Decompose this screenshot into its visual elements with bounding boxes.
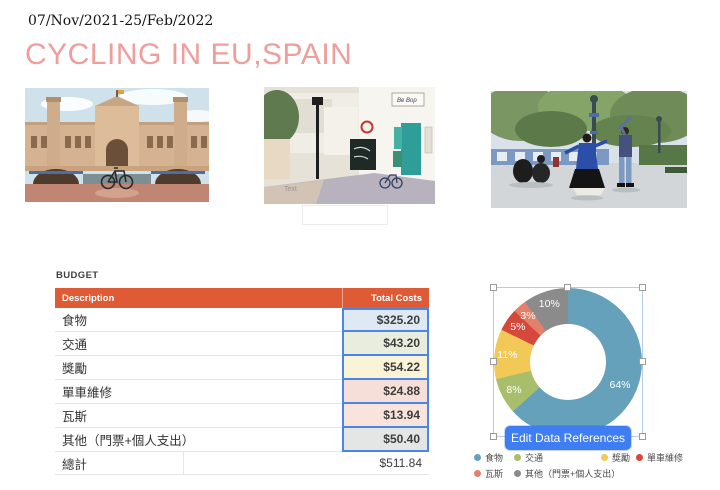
legend-item-reward[interactable]: 獎勵 — [601, 451, 630, 464]
blue-tile-rail — [29, 171, 83, 174]
hedge — [639, 145, 687, 165]
selection-handle-w[interactable] — [490, 358, 497, 365]
slide-title[interactable]: CYCLING IN EU,SPAIN — [25, 38, 352, 72]
small-window — [425, 127, 432, 153]
tower-left — [47, 100, 60, 168]
menu-board — [350, 139, 376, 170]
sunlit-wall — [264, 139, 290, 179]
budget-table[interactable]: Description Total Costs 食物 $325.20 交通 $4… — [55, 288, 429, 475]
table-total-row: 總計 $511.84 — [55, 452, 429, 475]
legend-label: 單車維修 — [647, 451, 683, 464]
budget-row-label[interactable]: 單車維修 — [55, 380, 342, 404]
round-sign — [362, 122, 373, 133]
legend-dot — [474, 454, 481, 461]
selection-handle-nw[interactable] — [490, 284, 497, 291]
selection-handle-sw[interactable] — [490, 433, 497, 440]
legend-item-bike-repair[interactable]: 單車維修 — [636, 451, 683, 464]
budget-row-label[interactable]: 獎勵 — [55, 356, 342, 380]
budget-row-value[interactable]: $24.88 — [342, 380, 429, 404]
blue-tile-rail — [151, 171, 205, 174]
tower-cap — [173, 97, 188, 102]
legend-label: 交通 — [525, 451, 543, 464]
turquoise-door — [401, 123, 421, 175]
budget-row-value[interactable]: $54.22 — [342, 356, 429, 380]
column-header-total-costs[interactable]: Total Costs — [342, 288, 429, 308]
budget-total-label[interactable]: 總計 — [55, 452, 183, 475]
photo-village-street[interactable]: Be Bop Text — [264, 87, 435, 204]
legend-item-other[interactable]: 其他（門票+個人支出） — [514, 467, 620, 480]
lamppost — [316, 103, 319, 179]
budget-row-value[interactable]: $325.20 — [342, 308, 429, 332]
budget-row-value[interactable]: $13.94 — [342, 404, 429, 428]
legend-item-food[interactable]: 食物 — [474, 451, 503, 464]
budget-total-value[interactable]: $511.84 — [342, 452, 429, 475]
legend-dot — [514, 454, 521, 461]
photo-plaza-de-espana[interactable] — [25, 88, 209, 202]
tower-cap — [46, 97, 61, 102]
edit-data-references-button[interactable]: Edit Data References — [505, 426, 631, 450]
table-row: 食物 $325.20 — [55, 308, 429, 332]
table-row: 其他（門票+個人支出） $50.40 — [55, 428, 429, 452]
legend-label: 獎勵 — [612, 451, 630, 464]
legend-dot — [601, 454, 608, 461]
hanging-clothes — [393, 151, 402, 167]
ground-circle — [95, 188, 139, 198]
hanging-clothes — [394, 127, 402, 149]
photo-park-dancers[interactable] — [491, 91, 687, 208]
legend-label: 食物 — [485, 451, 503, 464]
budget-section-label[interactable]: BUDGET — [56, 270, 99, 281]
central-arch — [106, 139, 128, 168]
total-row-spacer-cell[interactable] — [183, 452, 342, 475]
column-header-description[interactable]: Description — [55, 288, 342, 308]
table-row: 獎勵 $54.22 — [55, 356, 429, 380]
table-row: 瓦斯 $13.94 — [55, 404, 429, 428]
selection-handle-ne[interactable] — [639, 284, 646, 291]
legend-item-transport[interactable]: 交通 — [514, 451, 543, 464]
selection-handle-e[interactable] — [639, 358, 646, 365]
flag-pole — [116, 90, 118, 97]
flag — [118, 90, 124, 94]
tower-right — [174, 100, 187, 168]
budget-row-value[interactable]: $50.40 — [342, 428, 429, 452]
photo-caption-watermark: Text — [284, 186, 297, 193]
date-range-text[interactable]: 07/Nov/2021-25/Feb/2022 — [28, 13, 213, 29]
donut-hole — [530, 324, 606, 400]
table-row: 交通 $43.20 — [55, 332, 429, 356]
table-row: 單車維修 $24.88 — [55, 380, 429, 404]
legend-item-gas[interactable]: 瓦斯 — [474, 467, 503, 480]
legend-label: 瓦斯 — [485, 467, 503, 480]
legend-dot — [636, 454, 643, 461]
shop-sign-text: Be Bop — [397, 98, 417, 104]
budget-row-label[interactable]: 其他（門票+個人支出） — [55, 428, 342, 452]
budget-row-label[interactable]: 瓦斯 — [55, 404, 342, 428]
budget-row-label[interactable]: 食物 — [55, 308, 342, 332]
legend-dot — [514, 470, 521, 477]
slide-canvas: 07/Nov/2021-25/Feb/2022 CYCLING IN EU,SP… — [0, 0, 720, 490]
selection-handle-n[interactable] — [564, 284, 571, 291]
lamp-head — [312, 97, 323, 105]
budget-row-value[interactable]: $43.20 — [342, 332, 429, 356]
budget-row-label[interactable]: 交通 — [55, 332, 342, 356]
legend-label: 其他（門票+個人支出） — [525, 467, 620, 480]
legend-dot — [474, 470, 481, 477]
selection-handle-se[interactable] — [639, 433, 646, 440]
caption-placeholder-box[interactable] — [302, 205, 388, 225]
park-bench — [665, 167, 687, 173]
table-header-row: Description Total Costs — [55, 288, 429, 308]
